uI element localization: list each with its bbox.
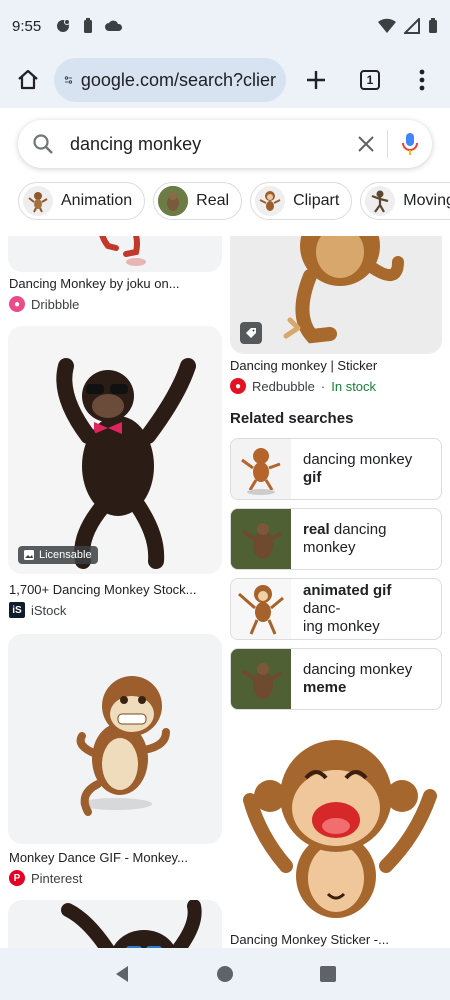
image-result[interactable]	[8, 900, 222, 948]
chip-thumbnail	[158, 186, 189, 216]
result-source[interactable]: ● Dribbble	[9, 296, 79, 312]
related-searches-title: Related searches	[230, 410, 354, 427]
istock-icon: iS	[9, 602, 25, 618]
search-box[interactable]: dancing monkey	[18, 120, 432, 168]
chip-thumbnail	[255, 186, 286, 216]
url-bar[interactable]: google.com/search?clier	[54, 58, 286, 102]
result-source[interactable]: P Pinterest	[9, 870, 82, 886]
image-results: Dancing Monkey by joku on... ● Dribbble …	[0, 236, 450, 948]
monkey-image	[243, 740, 437, 918]
related-search-item[interactable]: animated gif danc-ing monkey	[230, 578, 442, 640]
related-search-item[interactable]: real dancing monkey	[230, 508, 442, 570]
chip-animation[interactable]: Animation	[18, 182, 146, 220]
image-result[interactable]	[230, 236, 442, 354]
result-caption[interactable]: 1,700+ Dancing Monkey Stock...	[9, 582, 197, 597]
image-icon	[24, 550, 34, 560]
chip-real[interactable]: Real	[153, 182, 243, 220]
search-icon	[33, 134, 53, 154]
battery-icon	[429, 18, 437, 33]
chip-thumbnail	[365, 186, 396, 216]
product-tag-badge	[240, 322, 262, 344]
home-icon	[18, 69, 38, 90]
result-caption[interactable]: Dancing monkey | Sticker	[230, 358, 377, 373]
result-caption[interactable]: Dancing Monkey Sticker -...	[230, 932, 389, 947]
chat-notification-icon	[57, 19, 71, 32]
site-settings-icon	[64, 76, 73, 84]
monkey-image	[76, 676, 170, 816]
related-thumbnail	[231, 649, 291, 709]
related-thumbnail	[231, 439, 291, 499]
filter-chips: Animation Real Clipart Moving	[0, 182, 450, 234]
image-result[interactable]	[230, 726, 442, 926]
image-result[interactable]	[8, 236, 222, 272]
image-result[interactable]	[8, 634, 222, 844]
redbubble-icon: ●	[230, 378, 246, 394]
related-thumbnail	[231, 509, 291, 569]
wifi-icon	[378, 18, 396, 33]
licensable-badge: Licensable	[18, 546, 98, 564]
browser-toolbar: google.com/search?clier 1	[0, 52, 450, 108]
system-navigation-bar	[0, 948, 450, 1000]
image-result[interactable]: Licensable	[8, 326, 222, 574]
recents-icon[interactable]	[319, 965, 337, 983]
signal-icon	[404, 18, 420, 34]
monkey-image	[61, 900, 202, 948]
chip-moving[interactable]: Moving	[360, 182, 450, 220]
tab-switcher-button[interactable]: 1	[350, 60, 390, 100]
battery-saver-icon	[84, 18, 93, 33]
search-input[interactable]: dancing monkey	[70, 134, 357, 155]
status-time: 9:55	[12, 17, 42, 35]
new-tab-button[interactable]	[296, 60, 336, 100]
related-search-item[interactable]: dancing monkey gif	[230, 438, 442, 500]
result-caption[interactable]: Monkey Dance GIF - Monkey...	[9, 850, 188, 865]
result-source[interactable]: iS iStock	[9, 602, 66, 618]
status-bar: 9:55	[0, 0, 450, 52]
back-icon[interactable]	[113, 965, 131, 983]
stock-status: In stock	[331, 378, 377, 394]
dribbble-icon: ●	[9, 296, 25, 312]
clear-icon[interactable]	[357, 135, 375, 153]
plus-icon	[307, 71, 325, 89]
url-text: google.com/search?clier	[80, 69, 276, 90]
tab-count: 1	[360, 70, 380, 90]
more-menu-button[interactable]	[402, 60, 442, 100]
pinterest-icon: P	[9, 870, 25, 886]
chip-clipart[interactable]: Clipart	[250, 182, 353, 220]
related-search-item[interactable]: dancing monkey meme	[230, 648, 442, 710]
result-source[interactable]: ● Redbubble · In stock	[230, 378, 376, 394]
monkey-image	[56, 358, 196, 569]
search-header: dancing monkey	[0, 108, 450, 182]
divider	[387, 130, 388, 158]
result-caption[interactable]: Dancing Monkey by joku on...	[9, 276, 180, 291]
microphone-icon[interactable]	[402, 132, 418, 156]
monkey-image	[99, 236, 146, 266]
tag-icon	[246, 328, 256, 338]
home-nav-icon[interactable]	[216, 965, 234, 983]
cloud-icon	[105, 20, 123, 31]
related-thumbnail	[231, 579, 291, 639]
chip-thumbnail	[23, 186, 53, 216]
home-button[interactable]	[8, 60, 48, 100]
more-vert-icon	[419, 69, 425, 91]
